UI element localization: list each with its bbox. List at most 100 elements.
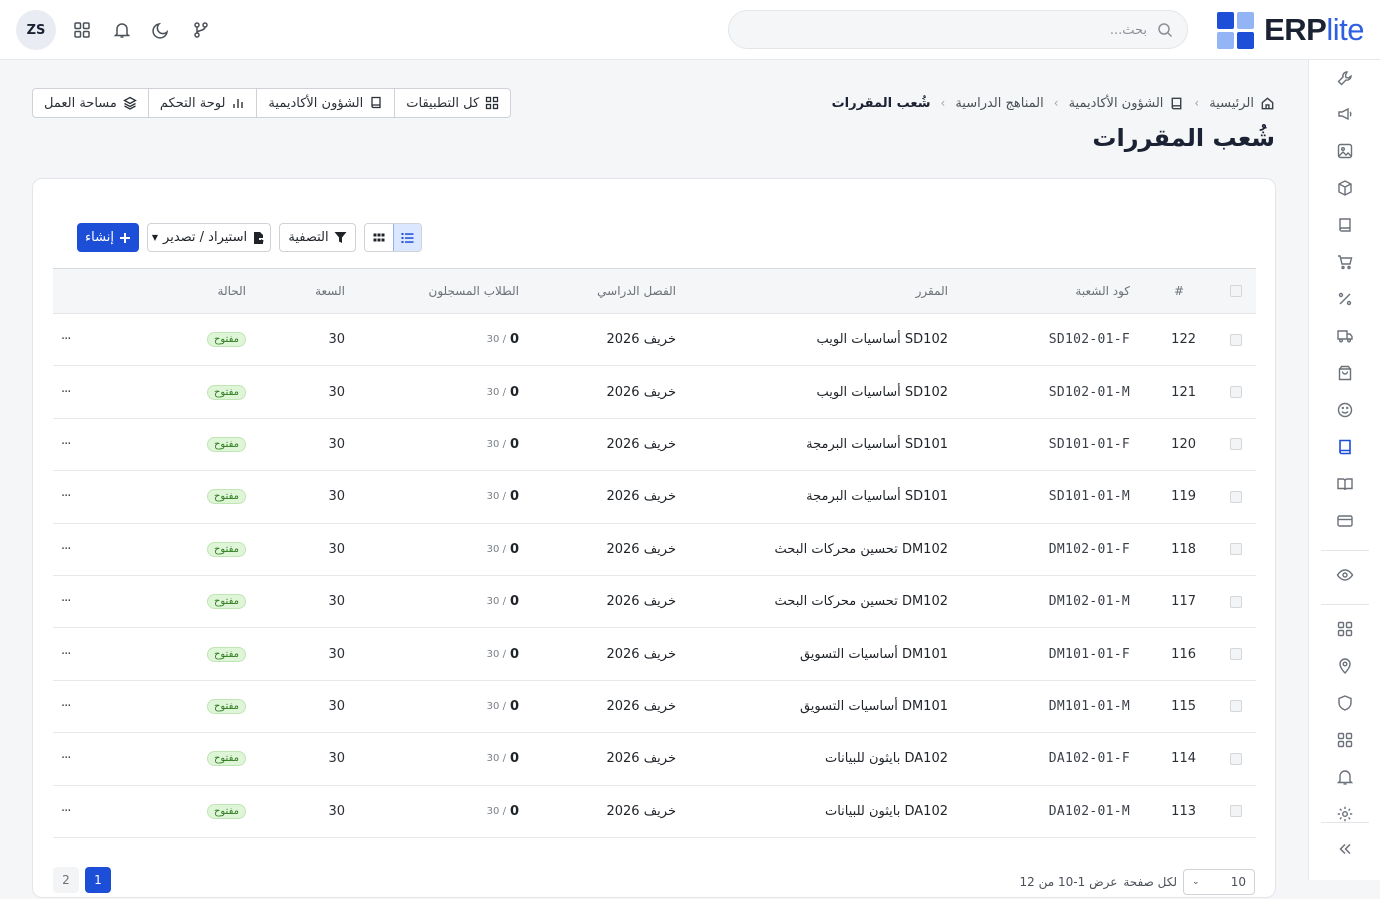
row-actions-menu[interactable]: ··· (61, 314, 71, 365)
row-actions-menu[interactable]: ··· (61, 628, 71, 679)
column-header-course[interactable]: المقرر (916, 269, 948, 313)
quick-nav-workspace[interactable]: مساحة العمل (33, 89, 148, 117)
image-icon[interactable] (1333, 139, 1357, 163)
row-checkbox[interactable] (1230, 628, 1242, 679)
table-row[interactable]: 117 DM102-01-M DM102 تحسين محركات البحث خري… (53, 576, 1256, 629)
user-avatar[interactable]: ZS (16, 10, 56, 50)
table-row[interactable]: 121 SD102-01-M SD102 أساسيات الويب خريف 202… (53, 366, 1256, 419)
row-actions-menu[interactable]: ··· (61, 786, 71, 837)
table-row[interactable]: 122 SD102-01-F SD102 أساسيات الويب خريف 202… (53, 314, 1256, 367)
table-row[interactable]: 114 DA102-01-F DA102 بايثون للبيانات خريف 2… (53, 733, 1256, 786)
grid-icon[interactable] (1333, 617, 1357, 641)
search-input[interactable] (747, 19, 1147, 41)
row-checkbox[interactable] (1230, 366, 1242, 417)
cell-section-code[interactable]: DM102-01-F (1049, 524, 1130, 575)
global-search[interactable] (728, 10, 1188, 49)
cell-section-code[interactable]: DM101-01-F (1049, 628, 1130, 679)
quick-nav-dashboard[interactable]: لوحة التحكم (147, 89, 257, 117)
cell-section-code[interactable]: DM101-01-M (1049, 681, 1130, 732)
apps-grid-icon[interactable] (71, 19, 93, 41)
right-sidebar (1308, 60, 1380, 880)
row-actions-menu[interactable]: ··· (61, 576, 71, 627)
shield-icon[interactable] (1333, 691, 1357, 715)
cell-enrolled: 30 /0 (487, 524, 519, 575)
cell-section-code[interactable]: DM102-01-M (1049, 576, 1130, 627)
megaphone-icon[interactable] (1333, 102, 1357, 126)
box-icon[interactable] (1333, 176, 1357, 200)
quick-nav-academic[interactable]: الشؤون الأكاديمية (256, 89, 394, 117)
column-header-enrolled[interactable]: الطلاب المسجلون (429, 269, 519, 313)
row-actions-menu[interactable]: ··· (61, 471, 71, 522)
column-header-status[interactable]: الحالة (218, 269, 246, 313)
eye-icon[interactable] (1333, 563, 1357, 587)
per-page-select[interactable]: ⌄ 10 (1183, 869, 1255, 895)
row-checkbox[interactable] (1230, 314, 1242, 365)
breadcrumb-academic[interactable]: الشؤون الأكاديمية (1069, 96, 1185, 111)
row-actions-menu[interactable]: ··· (61, 733, 71, 784)
row-checkbox[interactable] (1230, 576, 1242, 627)
cell-section-code[interactable]: DA102-01-F (1049, 733, 1130, 784)
column-header-capacity[interactable]: السعة (315, 269, 345, 313)
cell-enrolled: 30 /0 (487, 628, 519, 679)
shopping-bag-icon[interactable] (1333, 361, 1357, 385)
bell-icon[interactable] (1333, 765, 1357, 789)
cell-enrolled-count: 0 (509, 541, 519, 557)
apps-icon[interactable] (1333, 728, 1357, 752)
row-actions-menu[interactable]: ··· (61, 366, 71, 417)
wrench-icon[interactable] (1333, 66, 1357, 90)
cell-enrolled-capacity: 30 / (486, 334, 506, 346)
row-actions-menu[interactable]: ··· (61, 419, 71, 470)
credit-card-icon[interactable] (1333, 509, 1357, 533)
map-pin-icon[interactable] (1333, 654, 1357, 678)
status-badge: مفتوح (206, 733, 246, 784)
page-2-button[interactable]: 2 (53, 867, 79, 893)
select-all-checkbox[interactable] (1230, 269, 1242, 313)
row-actions-menu[interactable]: ··· (61, 524, 71, 575)
column-header-code[interactable]: كود الشعبة (1075, 269, 1130, 313)
app-logo[interactable]: ERPlite (1217, 11, 1364, 49)
breadcrumb-home[interactable]: الرئيسية (1209, 96, 1275, 111)
row-checkbox[interactable] (1230, 786, 1242, 837)
table-row[interactable]: 120 SD101-01-F SD101 أساسيات البرمجة خريف 2… (53, 419, 1256, 472)
list-view-button[interactable] (393, 224, 421, 251)
row-checkbox[interactable] (1230, 471, 1242, 522)
table-row[interactable]: 118 DM102-01-F DM102 تحسين محركات البحث خري… (53, 524, 1256, 576)
cell-section-code[interactable]: SD101-01-M (1049, 471, 1130, 522)
column-header-id[interactable]: # (1174, 269, 1184, 313)
table-row[interactable]: 113 DA102-01-M DA102 بايثون للبيانات خريف 2… (53, 786, 1256, 838)
filter-button[interactable]: التصفية (279, 223, 356, 252)
row-checkbox[interactable] (1230, 681, 1242, 732)
cart-icon[interactable] (1333, 250, 1357, 274)
notebook-icon[interactable] (1333, 435, 1357, 459)
cell-section-code[interactable]: DA102-01-M (1049, 786, 1130, 837)
grid-view-button[interactable] (365, 224, 393, 251)
moon-icon[interactable] (150, 19, 172, 41)
cell-section-code[interactable]: SD102-01-F (1049, 314, 1130, 365)
table-row[interactable]: 115 DM101-01-M DM101 أساسيات التسويق خريف 2… (53, 681, 1256, 734)
table-row[interactable]: 119 SD101-01-M SD101 أساسيات البرمجة خريف 2… (53, 471, 1256, 524)
open-book-icon[interactable] (1333, 472, 1357, 496)
git-branch-icon[interactable] (190, 19, 212, 41)
status-badge: مفتوح (206, 628, 246, 679)
table-row[interactable]: 116 DM101-01-F DM101 أساسيات التسويق خريف 2… (53, 628, 1256, 681)
cell-enrolled-capacity: 30 / (486, 805, 506, 817)
smile-icon[interactable] (1333, 398, 1357, 422)
page-1-button[interactable]: 1 (85, 867, 111, 893)
collapse-icon[interactable] (1333, 837, 1357, 861)
row-checkbox[interactable] (1230, 524, 1242, 575)
cell-section-code[interactable]: SD102-01-M (1049, 366, 1130, 417)
percent-icon[interactable] (1333, 287, 1357, 311)
book-icon[interactable] (1333, 213, 1357, 237)
page-title: شُعب المقررات (1092, 124, 1275, 152)
row-checkbox[interactable] (1230, 419, 1242, 470)
row-checkbox[interactable] (1230, 733, 1242, 784)
row-actions-menu[interactable]: ··· (61, 681, 71, 732)
breadcrumb-curricula[interactable]: المناهج الدراسية (955, 96, 1043, 111)
bell-icon[interactable] (111, 19, 133, 41)
create-button[interactable]: إنشاء (77, 223, 139, 252)
import-export-button[interactable]: استيراد / تصدير ▼ (147, 223, 271, 252)
truck-icon[interactable] (1333, 324, 1357, 348)
cell-section-code[interactable]: SD101-01-F (1049, 419, 1130, 470)
quick-nav-all-apps[interactable]: كل التطبيقات (394, 89, 510, 117)
column-header-term[interactable]: الفصل الدراسي (597, 269, 676, 313)
